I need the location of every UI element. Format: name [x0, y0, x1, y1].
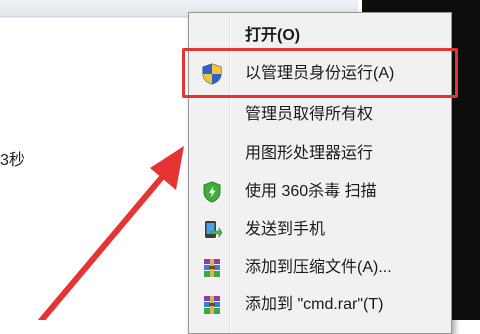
- menu-item-label: 添加到 "cmd.rar"(T): [245, 296, 384, 313]
- menu-item-label: 发送到手机: [245, 221, 326, 238]
- send-to-phone-icon: [201, 219, 223, 241]
- winrar-icon: [201, 294, 223, 316]
- 360-antivirus-icon: [201, 181, 223, 203]
- menu-item-label: 使用 360杀毒 扫描: [245, 183, 377, 200]
- menu-item-add-to-cmd-rar[interactable]: 添加到 "cmd.rar"(T): [191, 288, 447, 322]
- menu-item-add-to-archive[interactable]: 添加到压缩文件(A)...: [191, 251, 447, 285]
- winrar-icon: [201, 257, 223, 279]
- highlight-box: [182, 48, 458, 98]
- menu-item-label: 添加到压缩文件(A)...: [245, 259, 392, 276]
- background-partial-text: 3秒: [0, 152, 25, 169]
- menu-item-run-with-gpu[interactable]: 用图形处理器运行: [191, 137, 447, 171]
- menu-item-take-ownership[interactable]: 管理员取得所有权: [191, 98, 447, 132]
- menu-item-send-to-phone[interactable]: 发送到手机: [191, 213, 447, 247]
- menu-item-label: 用图形处理器运行: [245, 145, 374, 162]
- menu-item-360-scan[interactable]: 使用 360杀毒 扫描: [191, 175, 447, 209]
- menu-item-label: 管理员取得所有权: [245, 106, 374, 123]
